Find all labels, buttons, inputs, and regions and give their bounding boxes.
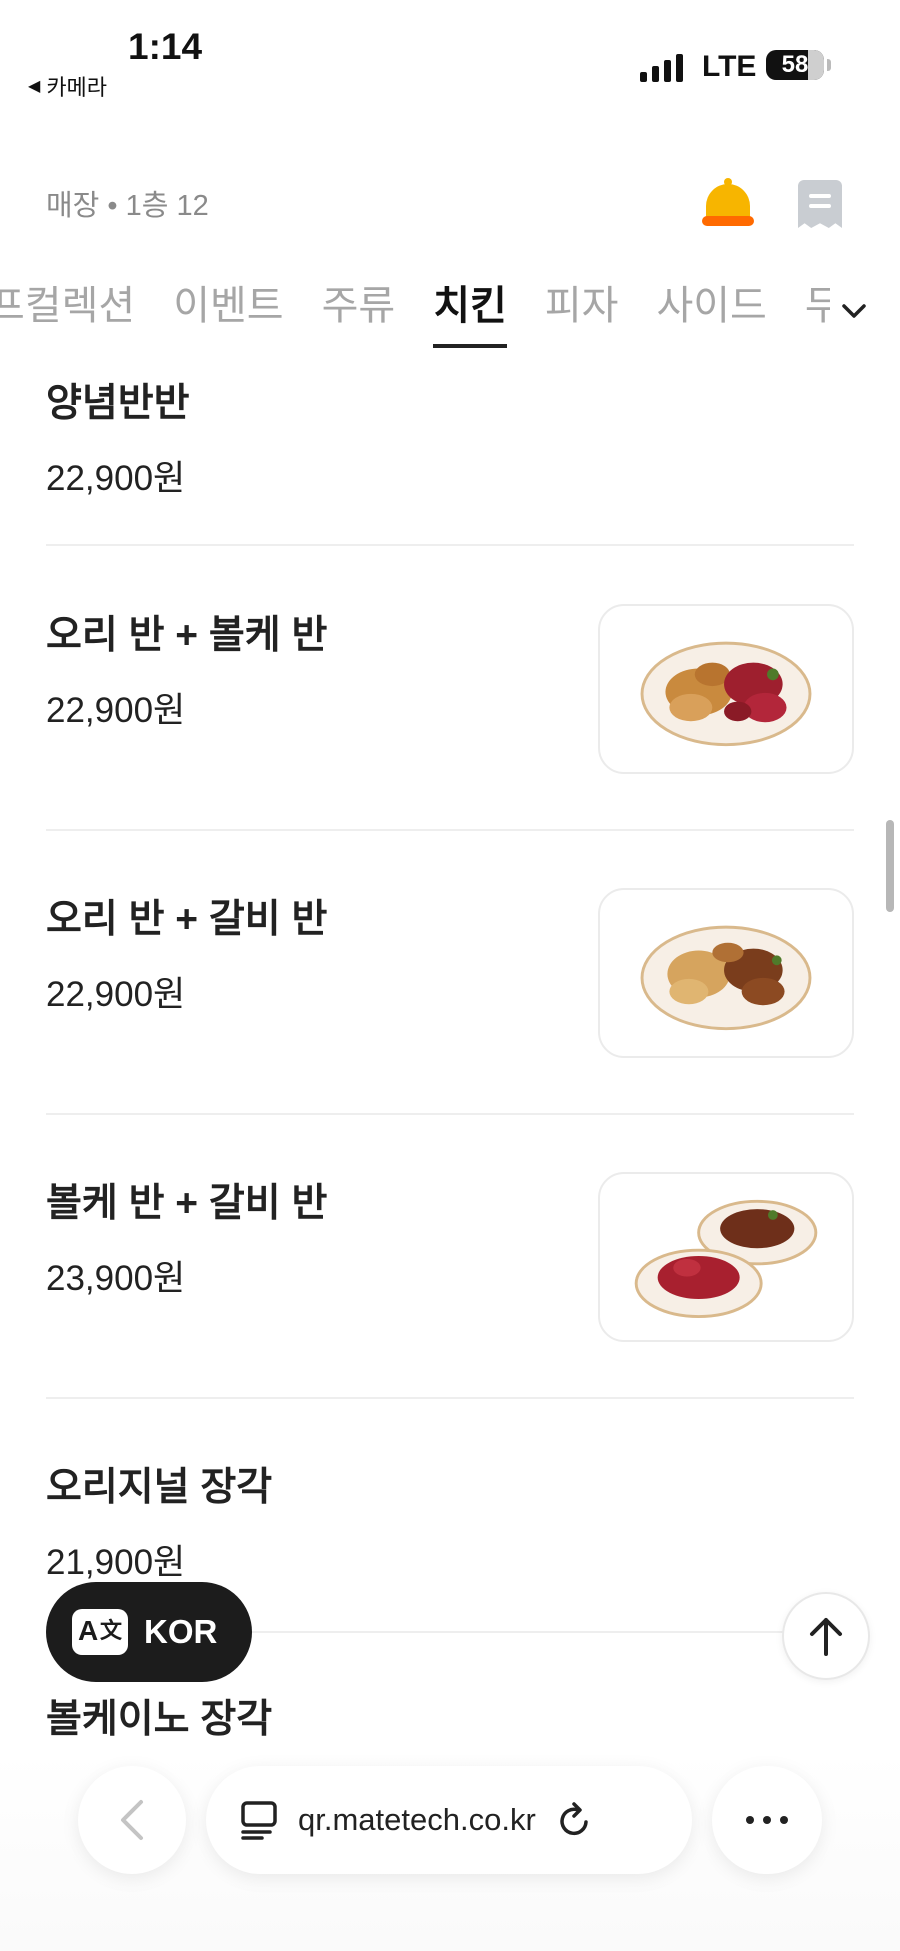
url-text: qr.matetech.co.kr — [298, 1802, 536, 1837]
back-to-app-link[interactable]: ◀ 카메라 — [28, 70, 107, 102]
more-button[interactable] — [712, 1766, 822, 1874]
tab-liquor[interactable]: 주류 — [322, 280, 396, 368]
back-app-label: 카메라 — [46, 75, 108, 100]
network-type: LTE — [702, 50, 757, 83]
back-icon — [121, 1800, 143, 1840]
chevron-down-icon[interactable] — [838, 295, 870, 327]
back-triangle-icon: ◀ — [28, 78, 41, 95]
battery-icon: 58 — [766, 50, 824, 80]
category-tabs: 프컬렉션 이벤트 주류 치킨 피자 사이드 무 — [0, 280, 830, 370]
store-info: 매장 • 1층 12 — [46, 190, 209, 222]
tab-side[interactable]: 사이드 — [656, 280, 766, 368]
reload-icon[interactable] — [556, 1800, 592, 1840]
menu-item-image[interactable] — [598, 888, 854, 1058]
menu-item-name: 볼케이노 장각 — [46, 1698, 273, 1741]
bell-icon[interactable] — [702, 178, 754, 226]
tabs-icon — [241, 1801, 277, 1840]
battery-nub — [827, 59, 831, 71]
language-button[interactable]: A文 KOR — [46, 1582, 252, 1682]
menu-item[interactable]: 양념반반 22,900원 — [46, 372, 854, 501]
menu-item[interactable]: 오리지널 장각 21,900원 — [46, 1456, 854, 1585]
divider — [46, 1113, 854, 1115]
tab-collection[interactable]: 프컬렉션 — [0, 280, 135, 368]
arrow-up-icon — [810, 1618, 842, 1656]
status-bar: 1:14 ◀ 카메라 LTE 58 — [0, 0, 900, 110]
menu-item-price: 22,900원 — [46, 459, 186, 498]
tab-event[interactable]: 이벤트 — [173, 280, 283, 368]
menu-item-image[interactable] — [598, 604, 854, 774]
menu-item-price: 21,900원 — [46, 1543, 186, 1582]
menu-item-name: 양념반반 — [46, 382, 190, 425]
translate-icon: A文 — [72, 1609, 128, 1655]
menu-item-image[interactable] — [598, 1172, 854, 1342]
menu-item[interactable]: 볼케이노 장각 — [46, 1688, 854, 1744]
divider — [46, 829, 854, 831]
more-icon — [746, 1816, 754, 1824]
tab-chicken[interactable]: 치킨 — [433, 280, 507, 368]
divider — [46, 544, 854, 546]
status-time: 1:14 — [128, 26, 203, 67]
tab-more-partial[interactable]: 무 — [805, 280, 830, 368]
receipt-icon[interactable] — [798, 180, 842, 228]
scroll-to-top-button[interactable] — [782, 1592, 870, 1680]
battery-level: 58 — [781, 51, 809, 78]
browser-back-button[interactable] — [78, 1766, 186, 1874]
menu-item-name: 오리지널 장각 — [46, 1466, 273, 1509]
tab-pizza[interactable]: 피자 — [545, 280, 619, 368]
divider — [46, 1397, 854, 1399]
language-label: KOR — [144, 1613, 218, 1650]
signal-icon — [640, 52, 683, 82]
address-bar[interactable]: qr.matetech.co.kr — [206, 1766, 692, 1874]
scrollbar[interactable] — [886, 820, 894, 912]
